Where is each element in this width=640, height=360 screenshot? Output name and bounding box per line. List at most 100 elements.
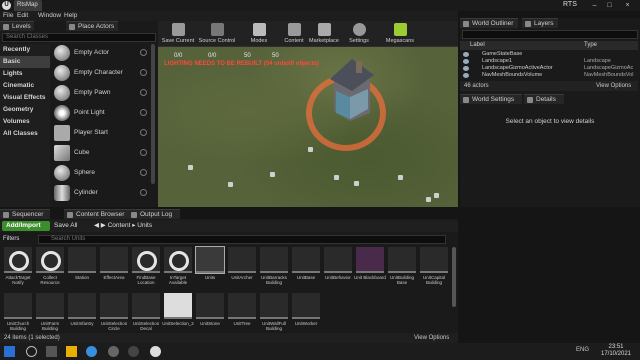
info-icon[interactable] [140, 109, 147, 116]
modes-icon [252, 23, 266, 36]
visibility-eye-icon[interactable] [463, 66, 469, 71]
info-icon[interactable] [140, 189, 147, 196]
info-icon[interactable] [140, 89, 147, 96]
asset-tile[interactable]: Collect Resource [36, 247, 64, 293]
tab-details[interactable]: Details [524, 94, 564, 104]
minimize-button[interactable]: – [589, 0, 600, 11]
asset-tile[interactable]: AttackTarget Notify [4, 247, 32, 293]
menu-help[interactable]: Help [64, 12, 77, 19]
category-visual-effects[interactable]: Visual Effects [0, 92, 50, 104]
category-volumes[interactable]: Volumes [0, 116, 50, 128]
category-basic[interactable]: Basic [0, 56, 50, 68]
place-actors-icon [69, 24, 75, 30]
outliner-row[interactable]: GameStateBase [460, 51, 638, 58]
outliner-row[interactable]: Landscape1 Landscape [460, 58, 638, 65]
level-tab[interactable]: RtsMap [14, 0, 42, 11]
outliner-row[interactable]: NavMeshBoundsVolume NavMeshBoundsVol [460, 72, 638, 79]
asset-tile[interactable]: FindBase Location [132, 247, 160, 293]
asset-search-input[interactable]: Search Units [38, 235, 446, 244]
tab-levels[interactable]: Levels [0, 21, 34, 31]
tab-place-actors[interactable]: Place Actors [66, 21, 118, 31]
asset-tile[interactable]: InTarget Available [164, 247, 192, 293]
asset-tile[interactable]: UnitCapital Building [420, 247, 448, 293]
task-view-icon[interactable] [46, 346, 57, 357]
visibility-eye-icon[interactable] [463, 52, 469, 57]
category-all-classes[interactable]: All Classes [0, 128, 50, 140]
view-options-button[interactable]: View Options [414, 335, 449, 341]
chrome-icon[interactable] [108, 346, 119, 357]
actor-cube[interactable]: Cube [52, 144, 150, 164]
megascans-button[interactable]: Megascans [382, 21, 418, 47]
file-explorer-icon[interactable] [66, 346, 77, 357]
asset-tile[interactable]: EffectArea [100, 247, 128, 293]
actor-cylinder[interactable]: Cylinder [52, 184, 150, 204]
modes-button[interactable]: Modes [244, 21, 274, 47]
actor-empty-actor[interactable]: Empty Actor [52, 44, 150, 64]
filters-button[interactable]: Filters [3, 235, 19, 244]
outliner-search-input[interactable] [462, 30, 638, 39]
save-current-button[interactable]: Save Current [160, 21, 196, 47]
add-import-button[interactable]: Add/Import [2, 221, 50, 231]
asset-tile[interactable]: UnitBehavior [324, 247, 352, 293]
outliner-row[interactable]: LandscapeGizmoActiveActor LandscapeGizmo… [460, 65, 638, 72]
asset-tile[interactable]: UnitBuilding Base [388, 247, 416, 293]
visibility-eye-icon[interactable] [463, 59, 469, 64]
language-indicator[interactable]: ENG [576, 347, 589, 353]
tab-content-browser[interactable]: Content Browser [64, 209, 128, 219]
settings-button[interactable]: Settings [344, 21, 374, 47]
actor-sphere[interactable]: Sphere [52, 164, 150, 184]
asset-tile[interactable]: Station [68, 247, 96, 293]
asset-thumbnail-icon [68, 247, 96, 273]
category-cinematic[interactable]: Cinematic [0, 80, 50, 92]
menu-edit[interactable]: Edit [17, 12, 28, 19]
asset-grid-scrollbar[interactable] [452, 247, 456, 307]
view-options-button[interactable]: View Options [596, 83, 631, 89]
category-geometry[interactable]: Geometry [0, 104, 50, 116]
breadcrumb-units[interactable]: Units [137, 222, 152, 229]
info-icon[interactable] [140, 169, 147, 176]
unreal-taskbar-icon[interactable] [150, 346, 161, 357]
column-type[interactable]: Type [584, 42, 597, 48]
content-button[interactable]: Content [280, 21, 308, 47]
content-browser-icon [67, 212, 73, 218]
windows-start-icon[interactable] [4, 346, 15, 357]
info-icon[interactable] [140, 149, 147, 156]
tab-output-log[interactable]: Output Log [128, 209, 180, 219]
info-icon[interactable] [140, 49, 147, 56]
column-label[interactable]: Label [470, 42, 485, 48]
asset-tile[interactable]: UnitBarracks Building [260, 247, 288, 293]
category-recently-placed[interactable]: Recently Placed [0, 44, 50, 65]
actor-player-start[interactable]: Player Start [52, 124, 150, 144]
info-icon[interactable] [140, 69, 147, 76]
info-icon[interactable] [140, 129, 147, 136]
marketplace-button[interactable]: Marketplace [308, 21, 340, 47]
actor-point-light[interactable]: Point Light [52, 104, 150, 124]
visibility-eye-icon[interactable] [463, 73, 469, 78]
actor-list-scrollbar[interactable] [151, 44, 155, 184]
maximize-button[interactable]: □ [604, 0, 615, 11]
taskbar-clock[interactable]: 23:51 17/10/2021 [596, 344, 636, 358]
asset-tile[interactable]: UnitArcher [228, 247, 256, 293]
category-lights[interactable]: Lights [0, 68, 50, 80]
search-classes-input[interactable]: Search Classes [2, 33, 156, 42]
close-button[interactable]: × [622, 0, 633, 11]
asset-tile[interactable]: UnitBase [292, 247, 320, 293]
tab-sequencer[interactable]: Sequencer [0, 209, 50, 219]
edge-icon[interactable] [86, 346, 97, 357]
save-all-button[interactable]: Save All [54, 221, 78, 231]
actor-empty-character[interactable]: Empty Character [52, 64, 150, 84]
tab-world-outliner[interactable]: World Outliner [460, 18, 518, 28]
level-viewport[interactable]: 0/0 0/0 50 50 LIGHTING NEEDS TO BE REBUI… [158, 47, 458, 207]
actor-empty-pawn[interactable]: Empty Pawn [52, 84, 150, 104]
asset-tile-selected[interactable]: Units [195, 246, 225, 293]
source-control-button[interactable]: Source Control [198, 21, 236, 47]
tab-layers[interactable]: Layers [522, 18, 558, 28]
breadcrumb-content[interactable]: Content [108, 222, 131, 229]
asset-tile[interactable]: Unit Blackboard [354, 247, 386, 293]
menu-window[interactable]: Window [38, 12, 61, 19]
tab-world-settings[interactable]: World Settings [460, 94, 522, 104]
search-icon[interactable] [26, 346, 37, 357]
nav-back-icon[interactable]: ◀ ▶ [94, 222, 108, 229]
menu-file[interactable]: File [3, 12, 13, 19]
obs-icon[interactable] [128, 346, 139, 357]
